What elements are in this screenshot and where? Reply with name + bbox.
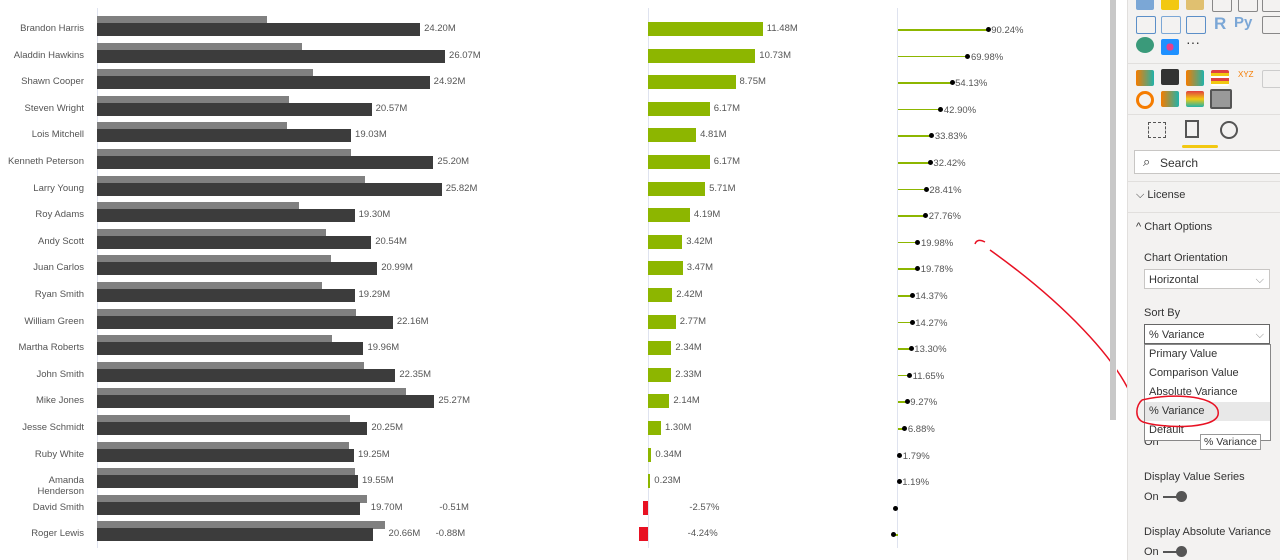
value-series-toggle[interactable]: On <box>1144 491 1187 503</box>
custom-visual-icon[interactable] <box>1136 91 1154 109</box>
decomposition-icon[interactable] <box>1262 16 1280 34</box>
search-input[interactable]: ⌕ Search <box>1134 150 1280 174</box>
custom-visual-icon[interactable] <box>1186 70 1204 86</box>
chart-options-section-header[interactable]: ^ Chart Options <box>1136 221 1212 233</box>
selected-custom-visual-icon[interactable] <box>1210 89 1232 109</box>
report-canvas: Brandon Harris 24.20M 11.48M 90.24% Aladdin … <box>0 0 1136 560</box>
format-tab-underline <box>1182 145 1218 148</box>
card-visual-icon[interactable] <box>1212 0 1232 12</box>
custom-visual-icon[interactable] <box>1186 91 1204 107</box>
funnel-visual-icon[interactable] <box>1161 0 1179 10</box>
search-placeholder: Search <box>1160 156 1199 170</box>
chevron-up-icon: ^ <box>1136 221 1145 233</box>
sort-option-primary-value[interactable]: Primary Value <box>1145 345 1270 364</box>
tooltip: % Variance <box>1200 434 1261 450</box>
network-icon[interactable] <box>1161 39 1179 55</box>
custom-visual-icon[interactable]: XYZ <box>1238 70 1254 79</box>
chevron-down-icon: ⌵ <box>1255 329 1264 341</box>
slicer-visual-icon[interactable] <box>1262 0 1280 12</box>
custom-visual-icon[interactable] <box>1262 70 1280 88</box>
custom-visual-icon[interactable] <box>1211 70 1229 86</box>
sort-by-dropdown[interactable]: % Variance ⌵ <box>1144 324 1270 344</box>
value-series-label: Display Value Series <box>1144 471 1245 483</box>
abs-variance-label: Display Absolute Variance <box>1144 526 1271 538</box>
table-visual-icon[interactable] <box>1161 16 1181 34</box>
chevron-down-icon: ⌵ <box>1255 274 1264 286</box>
kpi-visual-icon[interactable] <box>1238 0 1258 12</box>
sort-option-absolute-variance[interactable]: Absolute Variance <box>1145 383 1270 402</box>
sort-option-percent-variance[interactable]: % Variance <box>1145 402 1270 421</box>
r-visual-icon[interactable]: R <box>1214 14 1226 34</box>
globe-icon[interactable] <box>1136 37 1154 53</box>
orientation-dropdown[interactable]: Horizontal ⌵ <box>1144 269 1270 289</box>
python-visual-icon[interactable]: Py <box>1234 14 1252 31</box>
analytics-tab-icon[interactable] <box>1220 121 1238 139</box>
sort-option-comparison-value[interactable]: Comparison Value <box>1145 364 1270 383</box>
format-paint-roller-icon[interactable] <box>1185 120 1199 138</box>
sort-by-options-list: Primary Value Comparison Value Absolute … <box>1144 344 1271 441</box>
license-section-header[interactable]: ⌵ License <box>1136 189 1185 202</box>
gauge-visual-icon[interactable] <box>1186 0 1204 10</box>
custom-visual-icon[interactable] <box>1161 91 1179 107</box>
red-annotation-arrow <box>974 239 1136 406</box>
more-visuals-icon[interactable]: ··· <box>1186 34 1200 50</box>
fields-tab-icon[interactable] <box>1148 122 1166 138</box>
abs-variance-toggle[interactable]: On <box>1144 546 1187 558</box>
map-visual-icon[interactable] <box>1136 0 1154 10</box>
search-icon: ⌕ <box>1143 154 1151 169</box>
visualizations-pane: R Py ··· XYZ ⌕ Search ⌵ License ^ Chart … <box>1127 0 1280 560</box>
matrix-visual-icon[interactable] <box>1186 16 1206 34</box>
sort-by-label: Sort By <box>1144 307 1181 319</box>
custom-visual-icon[interactable] <box>1161 69 1179 85</box>
custom-visual-icon[interactable] <box>1136 70 1154 86</box>
chevron-down-icon: ⌵ <box>1136 189 1148 201</box>
orientation-label: Chart Orientation <box>1144 252 1228 264</box>
slicer-filter-icon[interactable] <box>1136 16 1156 34</box>
scrollbar-thumb[interactable] <box>1110 0 1116 420</box>
